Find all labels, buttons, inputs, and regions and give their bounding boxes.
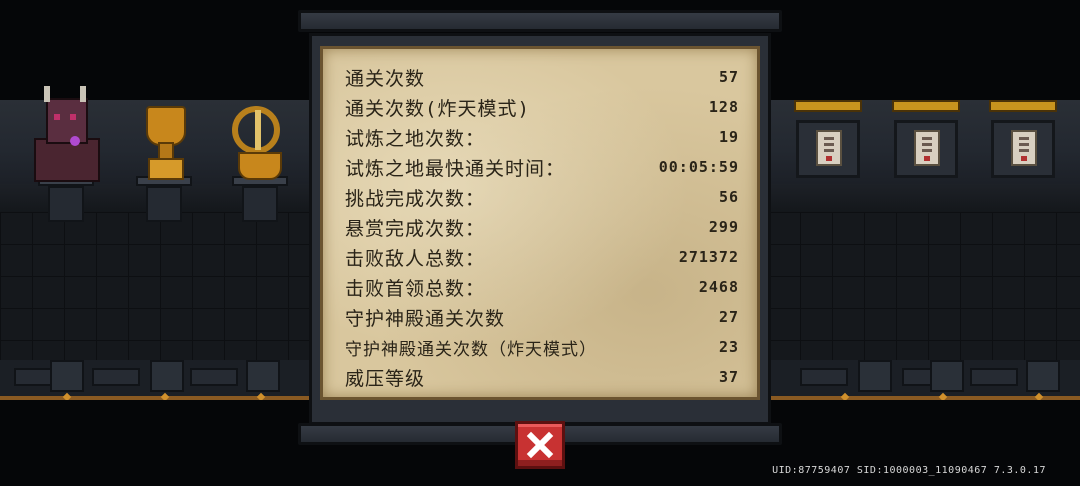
pedestal <box>136 176 192 222</box>
stat-row: 通关次数 57 <box>345 63 739 91</box>
stat-label: 击败敌人总数： <box>345 247 486 270</box>
stat-label: 威压等级 <box>345 367 426 390</box>
close-button[interactable] <box>515 421 565 469</box>
stat-label: 守护神殿通关次数（炸天模式） <box>345 339 597 360</box>
laurel-sword-trophy-icon[interactable] <box>228 100 288 180</box>
pedestal <box>38 176 94 222</box>
stat-label: 挑战完成次数： <box>345 187 486 210</box>
stat-value: 00:05:59 <box>658 158 739 176</box>
stat-value: 2468 <box>698 278 739 296</box>
stat-value: 23 <box>718 338 739 356</box>
pedestal <box>232 176 288 222</box>
locked-trophy-slot[interactable] <box>794 100 862 180</box>
stat-row: 试炼之地最快通关时间： 00:05:59 <box>345 153 739 181</box>
stat-label: 悬赏完成次数： <box>345 217 486 240</box>
stat-value: 27 <box>718 308 739 326</box>
close-x-icon <box>526 431 554 459</box>
gold-cup-trophy-icon[interactable] <box>142 98 186 180</box>
stat-row: 击败首领总数： 2468 <box>345 273 739 301</box>
stat-row: 守护神殿通关次数 27 <box>345 303 739 331</box>
stat-value: 37 <box>718 368 739 386</box>
stat-row: 守护神殿通关次数（炸天模式） 23 <box>345 333 739 361</box>
stat-label: 试炼之地最快通关时间： <box>345 157 566 180</box>
stat-row: 试炼之地次数： 19 <box>345 123 739 151</box>
stat-label: 试炼之地次数： <box>345 127 486 150</box>
stat-row: 悬赏完成次数： 299 <box>345 213 739 241</box>
stat-label: 通关次数 <box>345 67 426 90</box>
scroll-top-rod <box>298 10 782 32</box>
stat-value: 128 <box>708 98 739 116</box>
stat-row: 击败敌人总数： 271372 <box>345 243 739 271</box>
locked-trophy-slot[interactable] <box>892 100 960 180</box>
stat-value: 19 <box>718 128 739 146</box>
stat-label: 通关次数(炸天模式) <box>345 97 530 120</box>
stat-value: 271372 <box>678 248 739 266</box>
stat-label: 守护神殿通关次数 <box>345 307 506 330</box>
stat-label: 击败首领总数： <box>345 277 486 300</box>
stat-value: 56 <box>718 188 739 206</box>
locked-note-icon <box>1011 130 1037 166</box>
stats-parchment: 通关次数 57 通关次数(炸天模式) 128 试炼之地次数： 19 试炼之地最快… <box>320 46 760 400</box>
locked-note-icon <box>816 130 842 166</box>
stat-row: 通关次数(炸天模式) 128 <box>345 93 739 121</box>
stat-row: 威压等级 37 <box>345 363 739 391</box>
uid-version-text: UID:87759407 SID:1000003_11090467 7.3.0.… <box>772 465 1046 476</box>
stat-row: 挑战完成次数： 56 <box>345 183 739 211</box>
stat-value: 57 <box>718 68 739 86</box>
stat-value: 299 <box>708 218 739 236</box>
demon-statue-trophy-icon[interactable] <box>30 84 102 182</box>
locked-note-icon <box>914 130 940 166</box>
locked-trophy-slot[interactable] <box>989 100 1057 180</box>
